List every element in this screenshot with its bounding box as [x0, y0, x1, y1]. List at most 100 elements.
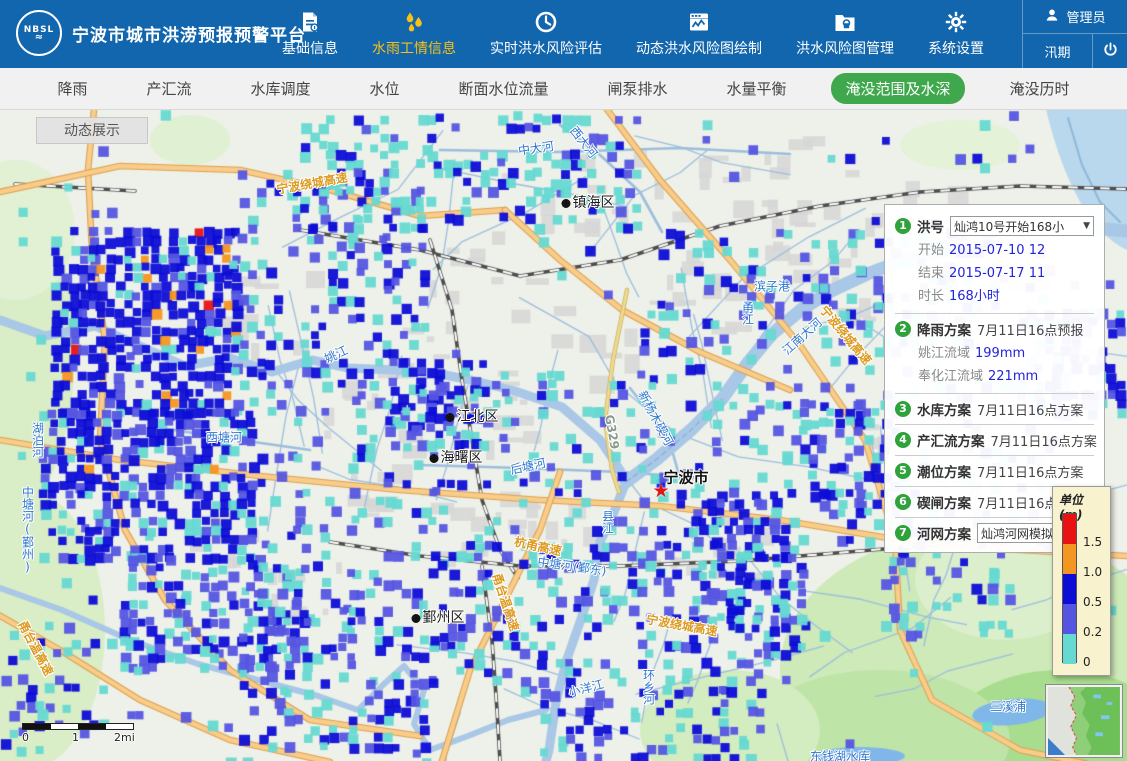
step-number: 3	[895, 401, 911, 417]
tab-水量平衡[interactable]: 水量平衡	[712, 73, 800, 104]
legend-tick-label: 0.5	[1083, 595, 1102, 609]
panel-row-value: 7月11日16点预报	[977, 320, 1083, 339]
clock-icon	[534, 10, 558, 34]
document-info-icon	[298, 10, 322, 34]
tab-淹没历时[interactable]: 淹没历时	[995, 73, 1083, 104]
panel-detail-row: 时长 168小时	[918, 285, 1094, 308]
detail-value: 168小时	[949, 289, 1000, 304]
detail-label: 姚江流域	[918, 346, 970, 361]
legend-tick-label: 0	[1083, 655, 1091, 669]
panel-row-head: 5 潮位方案 7月11日16点方案	[895, 461, 1094, 481]
legend-segment	[1063, 544, 1076, 574]
menu-item-gear[interactable]: 系统设置	[926, 0, 986, 68]
dynamic-display-button[interactable]: 动态展示	[36, 117, 148, 144]
user-menu[interactable]: 管理员	[1023, 0, 1127, 34]
panel-row-label: 碶闸方案	[917, 492, 971, 512]
legend-segment	[1063, 574, 1076, 604]
tab-水位[interactable]: 水位	[355, 73, 413, 104]
scale-label-0: 0	[22, 731, 29, 744]
menu-item-document-info[interactable]: 基础信息	[280, 0, 340, 68]
menu-item-label: 系统设置	[928, 38, 984, 58]
panel-row-value: 7月11日16点方案	[977, 462, 1083, 481]
panel-row-head: 2 降雨方案 7月11日16点预报	[895, 319, 1094, 339]
menu-item-chart-window[interactable]: 动态洪水风险图绘制	[634, 0, 764, 68]
legend-segment	[1063, 634, 1076, 664]
step-number: 5	[895, 463, 911, 479]
panel-detail-row: 奉化江流域 221mm	[918, 365, 1094, 388]
panel-row-value: 7月11日16点方案	[991, 431, 1097, 450]
panel-row-label: 河网方案	[917, 523, 971, 543]
select-value: 灿鸿10号开始168小	[954, 218, 1064, 235]
menu-item-folder-lock[interactable]: 洪水风险图管理	[794, 0, 896, 68]
detail-label: 奉化江流域	[918, 369, 983, 384]
legend-tick-label: 1.5	[1083, 535, 1102, 549]
panel-divider	[895, 393, 1094, 394]
legend-segment	[1063, 514, 1076, 544]
step-number: 7	[895, 525, 911, 541]
menu-item-clock[interactable]: 实时洪水风险评估	[488, 0, 604, 68]
detail-value: 2015-07-17 11	[949, 266, 1045, 281]
brand: NBSL≈ 宁波市城市洪涝预报预警平台	[16, 10, 306, 56]
scale-label-2: 2mi	[114, 731, 135, 744]
app-logo-icon: NBSL≈	[16, 10, 62, 56]
logout-button[interactable]	[1093, 34, 1127, 68]
legend-color-bar	[1062, 513, 1077, 663]
panel-row-label: 潮位方案	[917, 461, 971, 481]
app-title: 宁波市城市洪涝预报预警平台	[72, 21, 306, 46]
menu-item-water-drops[interactable]: 水雨工情信息	[370, 0, 458, 68]
洪号-select[interactable]: 灿鸿10号开始168小 ▼	[950, 216, 1094, 236]
panel-detail-row: 结束 2015-07-17 11	[918, 262, 1094, 285]
app-header: NBSL≈ 宁波市城市洪涝预报预警平台 基础信息 水雨工情信息 实时洪水风险评估 动态…	[0, 0, 1127, 68]
minimap-collapse-icon[interactable]	[1048, 738, 1065, 755]
tab-产汇流[interactable]: 产汇流	[132, 73, 205, 104]
panel-row-value: 7月11日16点方案	[977, 400, 1083, 419]
legend-segment	[1063, 604, 1076, 634]
detail-value: 221mm	[988, 369, 1038, 384]
detail-label: 结束	[918, 266, 944, 281]
legend-tick-label: 1.0	[1083, 565, 1102, 579]
tab-淹没范围及水深[interactable]: 淹没范围及水深	[831, 73, 964, 104]
panel-detail-row: 姚江流域 199mm	[918, 342, 1094, 365]
flood-season-button[interactable]: 汛期	[1023, 34, 1093, 68]
panel-row-label: 水库方案	[917, 399, 971, 419]
step-number: 6	[895, 494, 911, 510]
menu-item-label: 动态洪水风险图绘制	[636, 38, 762, 58]
map-area: 镇海区江北区海曙区鄞州区中大河西大河姚江西塘河湖泊河中塘河(鄞州)后塘河甬江江滨…	[0, 110, 1127, 761]
panel-row-head: 4 产汇流方案 7月11日16点方案	[895, 430, 1094, 450]
step-number: 4	[895, 432, 911, 448]
power-icon	[1102, 41, 1119, 62]
tab-水库调度[interactable]: 水库调度	[236, 73, 324, 104]
step-number: 2	[895, 321, 911, 337]
panel-divider	[895, 455, 1094, 456]
tab-断面水位流量[interactable]: 断面水位流量	[444, 73, 562, 104]
panel-row-label: 降雨方案	[917, 319, 971, 339]
overview-minimap[interactable]	[1046, 685, 1122, 757]
panel-row-head: 3 水库方案 7月11日16点方案	[895, 399, 1094, 419]
step-number: 1	[895, 218, 911, 234]
panel-divider	[895, 424, 1094, 425]
detail-label: 开始	[918, 243, 944, 258]
detail-label: 时长	[918, 289, 944, 304]
detail-value: 2015-07-10 12	[949, 243, 1045, 258]
panel-detail-row: 开始 2015-07-10 12	[918, 239, 1094, 262]
main-menu: 基础信息 水雨工情信息 实时洪水风险评估 动态洪水风险图绘制 洪水风险图管理 系统设置	[280, 0, 986, 68]
panel-row-head: 1洪号灿鸿10号开始168小▼	[895, 216, 1094, 236]
menu-item-label: 洪水风险图管理	[796, 38, 894, 58]
select-value: 灿鸿河网模拟	[981, 525, 1053, 542]
detail-value: 199mm	[975, 346, 1025, 361]
chart-window-icon	[687, 10, 711, 34]
tab-降雨[interactable]: 降雨	[43, 73, 101, 104]
folder-lock-icon	[833, 10, 857, 34]
menu-item-label: 基础信息	[282, 38, 338, 58]
legend-tick-label: 0.2	[1083, 625, 1102, 639]
chevron-down-icon: ▼	[1083, 221, 1090, 231]
sub-navigation: 降雨产汇流水库调度水位断面水位流量闸泵排水水量平衡淹没范围及水深淹没历时	[0, 68, 1127, 110]
tab-闸泵排水[interactable]: 闸泵排水	[593, 73, 681, 104]
user-zone: 管理员 汛期	[1022, 0, 1127, 68]
menu-item-label: 水雨工情信息	[372, 38, 456, 58]
water-drops-icon	[402, 10, 426, 34]
panel-divider	[895, 313, 1094, 314]
panel-row-label: 产汇流方案	[917, 430, 985, 450]
user-name: 管理员	[1066, 7, 1105, 26]
menu-item-label: 实时洪水风险评估	[490, 38, 602, 58]
